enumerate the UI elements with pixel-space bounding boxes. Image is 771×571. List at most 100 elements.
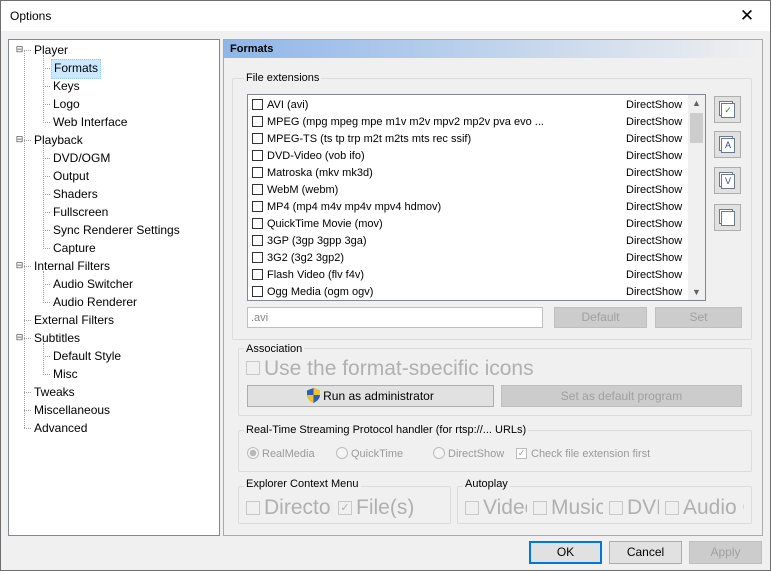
default-button[interactable]: Default xyxy=(554,307,647,328)
checkbox[interactable] xyxy=(665,501,679,516)
list-item[interactable]: Matroska (mkv mk3d) DirectShow xyxy=(252,165,682,182)
set-default-program-button[interactable]: Set as default program xyxy=(501,385,742,407)
checkbox[interactable] xyxy=(252,251,263,263)
close-button[interactable]: ✕ xyxy=(724,1,770,31)
extension-field[interactable]: .avi xyxy=(247,307,543,328)
autoplay-item-2[interactable]: DVD xyxy=(609,496,659,518)
tree-item-external-filters[interactable]: External Filters xyxy=(32,311,116,329)
tree-connector xyxy=(43,356,50,357)
checkbox[interactable] xyxy=(252,132,263,144)
list-scrollbar[interactable]: ▲ ▼ xyxy=(688,95,705,300)
checkbox[interactable] xyxy=(252,115,263,127)
autoplay-item-1[interactable]: Music xyxy=(533,496,603,518)
format-icons-checkbox[interactable]: Use the format-specific icons xyxy=(246,357,746,375)
list-item[interactable]: 3G2 (3g2 3gp2) DirectShow xyxy=(252,250,682,267)
file-extensions-list[interactable]: Ogg Media (ogm ogv) DirectShow Flash Video… xyxy=(247,94,706,301)
format-name: Flash Video (flv f4v) xyxy=(267,269,365,281)
radio-button[interactable] xyxy=(336,447,348,460)
check-extension-first-checkbox[interactable]: ✓ Check file extension first xyxy=(516,447,650,460)
tree-item-misc[interactable]: Misc xyxy=(51,365,80,383)
collapse-icon[interactable]: ⊟ xyxy=(15,135,24,144)
apply-button[interactable]: Apply xyxy=(689,541,762,564)
association-label: Association xyxy=(244,343,305,356)
list-item[interactable]: DVD-Video (vob ifo) DirectShow xyxy=(252,148,682,165)
checkbox[interactable] xyxy=(252,98,263,110)
list-item[interactable]: MP4 (mp4 m4v mp4v mpv4 hdmov) DirectShow xyxy=(252,199,682,216)
list-item[interactable]: WebM (webm) DirectShow xyxy=(252,182,682,199)
tree-item-internal-filters[interactable]: Internal Filters xyxy=(32,257,112,275)
video-button[interactable]: V xyxy=(714,167,741,194)
tree-item-shaders[interactable]: Shaders xyxy=(51,185,100,203)
tree-item-logo[interactable]: Logo xyxy=(51,95,82,113)
checkbox[interactable] xyxy=(465,501,479,516)
radio-button[interactable] xyxy=(247,447,259,460)
explorer-item-0[interactable]: Directory xyxy=(246,496,332,518)
format-name: MPEG-TS (ts tp trp m2t m2ts mts rec ssif… xyxy=(267,133,472,145)
tree-item-tweaks[interactable]: Tweaks xyxy=(32,383,77,401)
check-all-icon: ✓ xyxy=(721,103,735,118)
cancel-button[interactable]: Cancel xyxy=(609,541,682,564)
tree-item-player[interactable]: Player xyxy=(32,41,70,59)
scroll-thumb[interactable] xyxy=(690,113,703,143)
tree-item-audio-renderer[interactable]: Audio Renderer xyxy=(51,293,139,311)
tree-item-subtitles[interactable]: Subtitles xyxy=(32,329,82,347)
checkbox[interactable] xyxy=(252,183,263,195)
autoplay-items: Video Music DVD Audio CD xyxy=(465,496,744,518)
tree-item-keys[interactable]: Keys xyxy=(51,77,82,95)
checkbox[interactable]: ✓ xyxy=(338,501,352,516)
ok-button[interactable]: OK xyxy=(529,541,602,564)
checkbox[interactable] xyxy=(609,501,623,516)
list-item[interactable]: MPEG (mpg mpeg mpe m1v m2v mpv2 mp2v pva… xyxy=(252,114,682,131)
checkbox[interactable] xyxy=(252,268,263,280)
collapse-icon[interactable]: ⊟ xyxy=(15,45,24,54)
list-item[interactable]: Ogg Media (ogm ogv) DirectShow xyxy=(252,284,682,300)
tree-item-dvd-ogm[interactable]: DVD/OGM xyxy=(51,149,112,167)
checkbox[interactable] xyxy=(252,166,263,178)
check-all-button[interactable]: ✓ xyxy=(714,96,741,123)
run-as-admin-button[interactable]: Run as administrator xyxy=(247,385,494,407)
copy-button[interactable] xyxy=(714,204,741,231)
tree-item-default-style[interactable]: Default Style xyxy=(51,347,123,365)
tree-item-advanced[interactable]: Advanced xyxy=(32,419,89,437)
tree-connector xyxy=(24,320,31,321)
scroll-up-icon[interactable]: ▲ xyxy=(692,98,701,108)
list-item[interactable]: MPEG-TS (ts tp trp m2t m2ts mts rec ssif… xyxy=(252,131,682,148)
tree-item-miscellaneous[interactable]: Miscellaneous xyxy=(32,401,112,419)
format-handler: DirectShow xyxy=(626,184,683,196)
scroll-down-icon[interactable]: ▼ xyxy=(692,287,701,297)
checkbox[interactable] xyxy=(252,200,263,212)
tree-item-capture[interactable]: Capture xyxy=(51,239,98,257)
options-tree[interactable]: Player ⊟ Formats Keys Logo Web Interface Playb… xyxy=(8,39,220,536)
checkbox[interactable] xyxy=(533,501,547,516)
check-icon[interactable]: ✓ xyxy=(516,447,527,459)
tree-item-fullscreen[interactable]: Fullscreen xyxy=(51,203,110,221)
checkbox[interactable] xyxy=(252,149,263,161)
tree-connector xyxy=(24,266,31,267)
tree-item-sync-renderer-settings[interactable]: Sync Renderer Settings xyxy=(51,221,182,239)
tree-item-formats[interactable]: Formats xyxy=(51,59,102,79)
tree-item-web-interface[interactable]: Web Interface xyxy=(51,113,129,131)
rtsp-option-quicktime[interactable]: QuickTime xyxy=(336,447,403,460)
audio-button[interactable]: A xyxy=(714,131,741,158)
rtsp-option-directshow[interactable]: DirectShow xyxy=(433,447,504,460)
collapse-icon[interactable]: ⊟ xyxy=(15,333,24,342)
rtsp-option-realmedia[interactable]: RealMedia xyxy=(247,447,315,460)
radio-button[interactable] xyxy=(433,447,445,460)
tree-item-playback[interactable]: Playback xyxy=(32,131,85,149)
list-item[interactable]: AVI (avi) DirectShow xyxy=(252,97,682,114)
collapse-icon[interactable]: ⊟ xyxy=(15,261,24,270)
set-button[interactable]: Set xyxy=(655,307,742,328)
format-icons-checkbox-box[interactable] xyxy=(246,361,260,375)
checkbox[interactable] xyxy=(246,501,260,516)
autoplay-item-3[interactable]: Audio CD xyxy=(665,496,744,518)
checkbox[interactable] xyxy=(252,234,263,246)
tree-item-audio-switcher[interactable]: Audio Switcher xyxy=(51,275,135,293)
tree-item-output[interactable]: Output xyxy=(51,167,91,185)
autoplay-item-0[interactable]: Video xyxy=(465,496,527,518)
explorer-item-1[interactable]: ✓ File(s) xyxy=(338,496,428,518)
checkbox[interactable] xyxy=(252,217,263,229)
list-item[interactable]: 3GP (3gp 3gpp 3ga) DirectShow xyxy=(252,233,682,250)
list-item[interactable]: QuickTime Movie (mov) DirectShow xyxy=(252,216,682,233)
list-item[interactable]: Flash Video (flv f4v) DirectShow xyxy=(252,267,682,284)
checkbox[interactable] xyxy=(252,285,263,297)
